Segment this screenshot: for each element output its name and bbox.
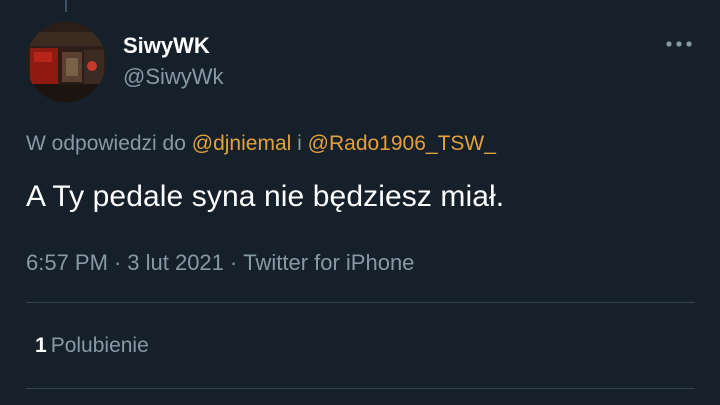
- likes-label: Polubienie: [50, 334, 149, 357]
- tweet-text: A Ty pedale syna nie będziesz miał.: [26, 180, 505, 213]
- more-horizontal-icon: [666, 41, 692, 47]
- divider: [26, 388, 695, 389]
- tweet-source[interactable]: Twitter for iPhone: [243, 250, 414, 275]
- avatar-photo: [26, 22, 106, 102]
- meta-separator: ·: [113, 250, 122, 275]
- reply-conjunction: i: [297, 132, 302, 155]
- mention-link[interactable]: @djniemal: [192, 132, 292, 155]
- likes-count: 1: [35, 334, 47, 357]
- author-display-name[interactable]: SiwyWK: [123, 33, 210, 59]
- more-options-button[interactable]: [664, 30, 694, 58]
- tweet-date[interactable]: 3 lut 2021: [127, 250, 224, 275]
- author-handle[interactable]: @SiwyWk: [123, 64, 224, 90]
- reply-context: W odpowiedzi do @djniemal i @Rado1906_TS…: [26, 132, 496, 156]
- divider: [26, 302, 695, 303]
- avatar[interactable]: [26, 22, 106, 102]
- mention-link[interactable]: @Rado1906_TSW_: [308, 132, 496, 155]
- thread-connector-line: [65, 0, 67, 12]
- reply-prefix: W odpowiedzi do: [26, 132, 186, 155]
- tweet-time[interactable]: 6:57 PM: [26, 250, 108, 275]
- meta-separator: ·: [229, 250, 238, 275]
- likes-stat[interactable]: 1 Polubienie: [35, 334, 149, 358]
- tweet-metadata: 6:57 PM · 3 lut 2021 · Twitter for iPhone: [26, 250, 414, 276]
